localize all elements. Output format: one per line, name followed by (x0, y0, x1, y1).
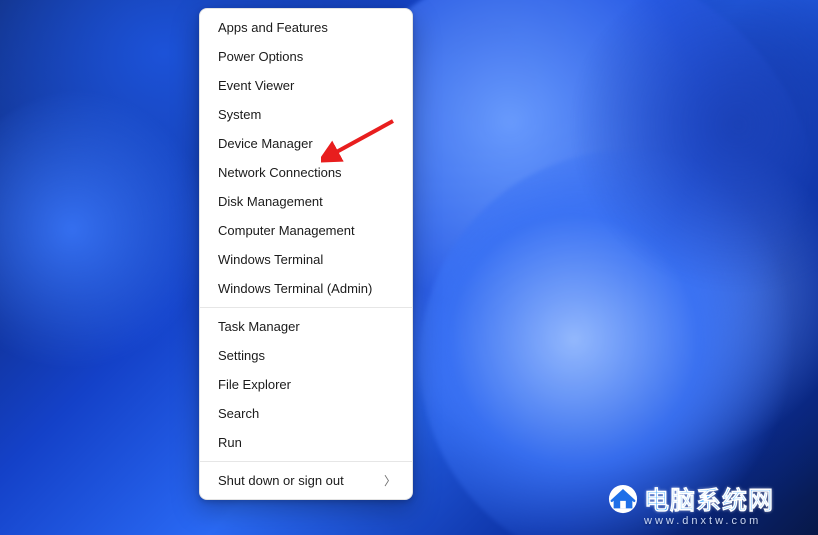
menu-separator (200, 461, 412, 462)
menu-item-event-viewer[interactable]: Event Viewer (200, 71, 412, 100)
winx-context-menu: Apps and Features Power Options Event Vi… (199, 8, 413, 500)
menu-item-file-explorer[interactable]: File Explorer (200, 370, 412, 399)
menu-item-label: Settings (218, 348, 265, 363)
menu-item-label: Search (218, 406, 259, 421)
menu-item-network-connections[interactable]: Network Connections (200, 158, 412, 187)
menu-item-label: Task Manager (218, 319, 300, 334)
menu-item-system[interactable]: System (200, 100, 412, 129)
menu-item-search[interactable]: Search (200, 399, 412, 428)
menu-item-shut-down-or-sign-out[interactable]: Shut down or sign out 〉 (200, 466, 412, 495)
menu-item-label: Run (218, 435, 242, 450)
menu-item-label: File Explorer (218, 377, 291, 392)
watermark-url: www.dnxtw.com (644, 515, 808, 527)
menu-item-label: Device Manager (218, 136, 313, 151)
menu-item-label: Power Options (218, 49, 303, 64)
menu-item-disk-management[interactable]: Disk Management (200, 187, 412, 216)
chevron-right-icon: 〉 (384, 475, 396, 487)
menu-item-settings[interactable]: Settings (200, 341, 412, 370)
menu-item-label: Apps and Features (218, 20, 328, 35)
watermark: 电脑系统网 www.dnxtw.com (608, 481, 808, 527)
menu-item-device-manager[interactable]: Device Manager (200, 129, 412, 158)
menu-item-task-manager[interactable]: Task Manager (200, 312, 412, 341)
menu-item-label: Windows Terminal (218, 252, 323, 267)
menu-item-label: Computer Management (218, 223, 355, 238)
desktop-wallpaper: Apps and Features Power Options Event Vi… (0, 0, 818, 535)
menu-item-label: Network Connections (218, 165, 342, 180)
menu-item-label: Shut down or sign out (218, 473, 344, 488)
house-icon (608, 484, 638, 514)
menu-item-label: Event Viewer (218, 78, 294, 93)
menu-separator (200, 307, 412, 308)
menu-item-windows-terminal[interactable]: Windows Terminal (200, 245, 412, 274)
menu-item-run[interactable]: Run (200, 428, 412, 457)
menu-item-power-options[interactable]: Power Options (200, 42, 412, 71)
menu-item-label: Disk Management (218, 194, 323, 209)
menu-item-windows-terminal-admin[interactable]: Windows Terminal (Admin) (200, 274, 412, 303)
menu-item-label: System (218, 107, 261, 122)
menu-item-label: Windows Terminal (Admin) (218, 281, 372, 296)
watermark-title: 电脑系统网 (644, 481, 774, 517)
menu-item-apps-and-features[interactable]: Apps and Features (200, 13, 412, 42)
menu-item-computer-management[interactable]: Computer Management (200, 216, 412, 245)
